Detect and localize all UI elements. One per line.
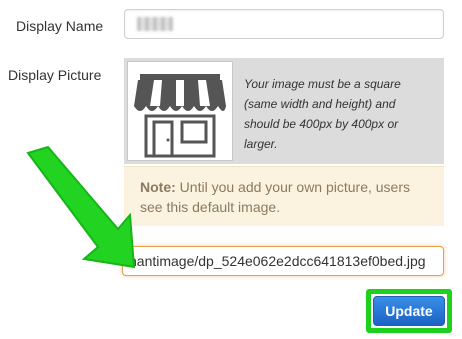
- blurred-name-value: [137, 17, 173, 31]
- default-picture: [127, 61, 233, 161]
- note-text: Until you add your own picture, users se…: [140, 179, 411, 215]
- picture-requirements-text: Your image must be a square (same width …: [244, 77, 401, 151]
- display-picture-label: Display Picture: [8, 67, 102, 83]
- display-name-input[interactable]: [124, 9, 444, 39]
- update-button[interactable]: Update: [373, 296, 445, 326]
- display-name-label: Display Name: [16, 18, 104, 34]
- default-picture-note: Note: Until you add your own picture, us…: [124, 166, 444, 226]
- green-arrow-icon: [26, 145, 135, 269]
- note-label: Note:: [140, 179, 176, 195]
- display-picture-panel: Your image must be a square (same width …: [124, 58, 444, 164]
- picture-file-input[interactable]: hantimage/dp_524e062e2dcc641813ef0bed.jp…: [122, 246, 444, 276]
- storefront-icon: [134, 74, 226, 158]
